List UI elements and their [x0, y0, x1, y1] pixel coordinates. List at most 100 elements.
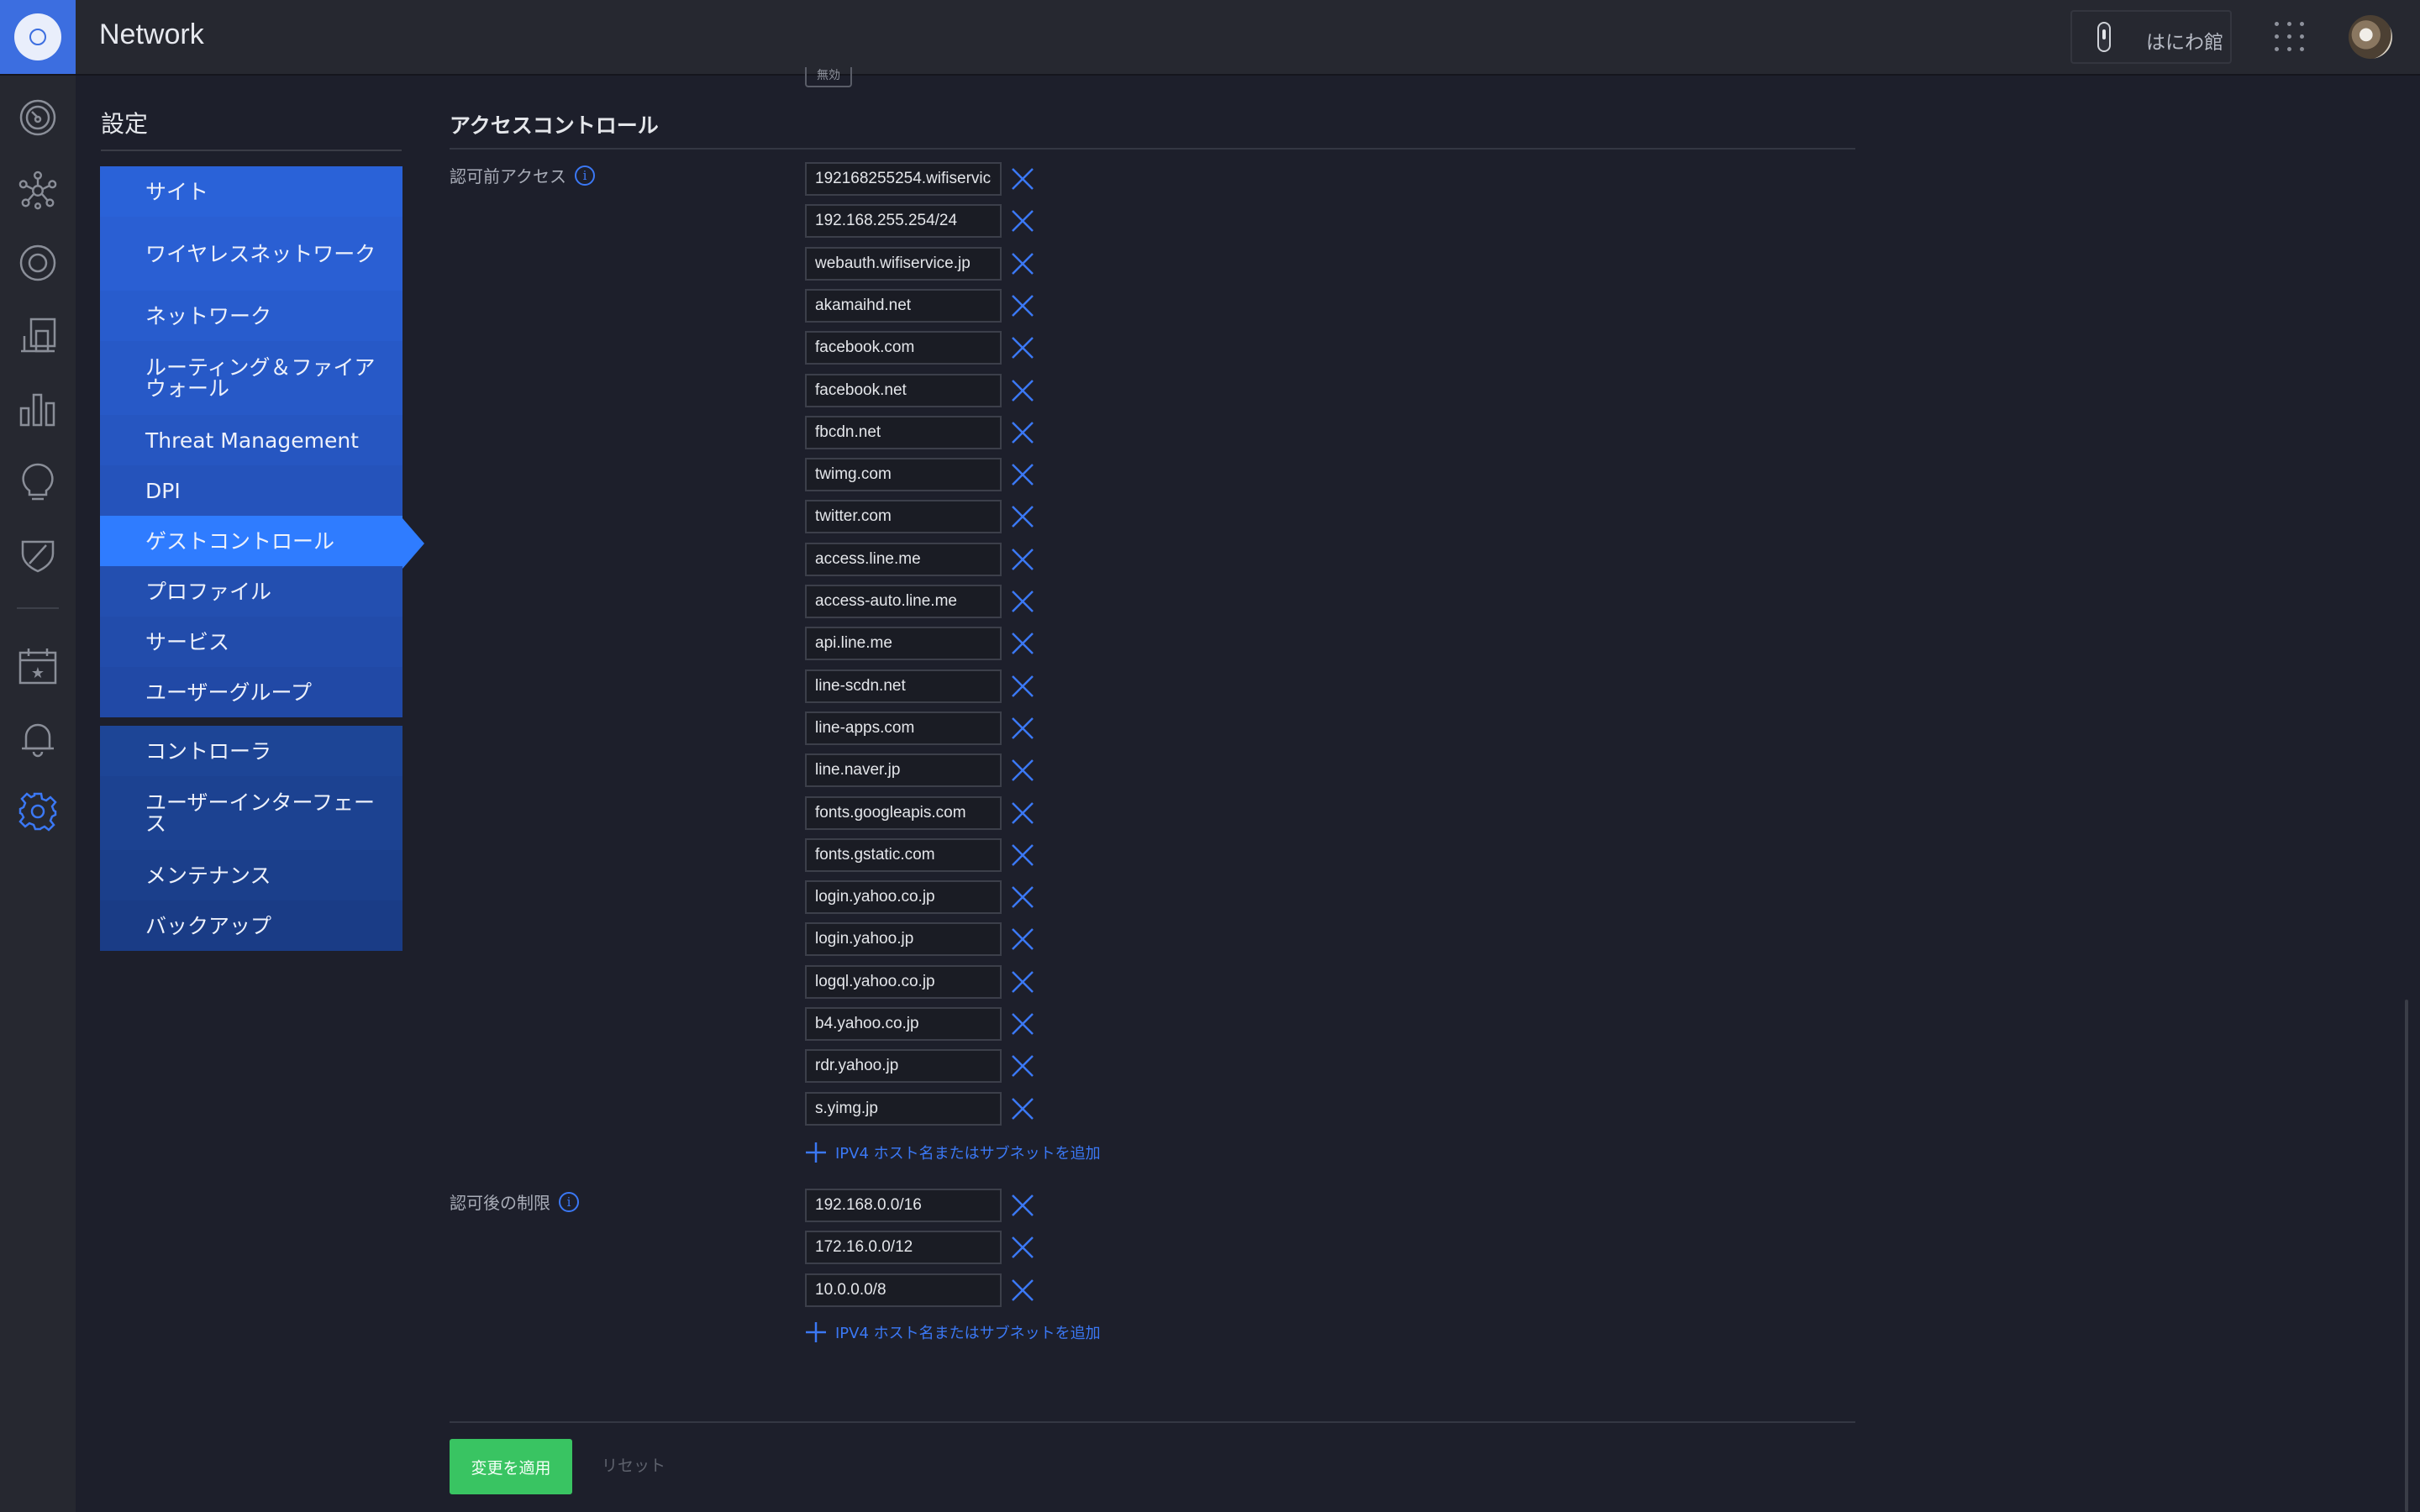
pre-auth-entry-input[interactable]: [805, 1007, 1002, 1041]
settings-menu-item[interactable]: Threat Management: [100, 415, 402, 465]
remove-entry-icon[interactable]: [1010, 547, 1035, 572]
remove-entry-icon[interactable]: [1010, 378, 1035, 403]
pre-auth-entry-input[interactable]: [805, 753, 1002, 788]
pre-auth-entry-input[interactable]: [805, 627, 1002, 661]
settings-menu-item[interactable]: サービス: [100, 617, 402, 667]
pre-auth-entry-input[interactable]: [805, 458, 1002, 492]
settings-menu-item[interactable]: ユーザーグループ: [100, 667, 402, 717]
pre-auth-entry-input[interactable]: [805, 204, 1002, 239]
remove-entry-icon[interactable]: [1010, 969, 1035, 995]
pre-auth-add-link[interactable]: IPV4 ホスト名またはサブネットを追加: [805, 1142, 1101, 1163]
settings-menu-site: サイトワイヤレスネットワークネットワーク ルーティング＆ファイアウォール Threa…: [100, 166, 402, 717]
pre-auth-entry-input[interactable]: [805, 542, 1002, 576]
remove-entry-icon[interactable]: [1010, 251, 1035, 276]
remove-entry-icon[interactable]: [1010, 1053, 1035, 1079]
security-icon[interactable]: [18, 533, 58, 574]
apps-grid-icon[interactable]: [2275, 22, 2305, 52]
settings-menu-system: コントローラ ユーザーインターフェース メンテナンスバックアップ: [100, 726, 402, 951]
settings-menu-item[interactable]: コントローラ: [100, 726, 402, 776]
post-auth-entry-input[interactable]: [805, 1231, 1002, 1265]
devices-icon[interactable]: [18, 243, 58, 283]
clients-icon[interactable]: [18, 316, 58, 356]
site-selector[interactable]: はにわ館: [2070, 10, 2232, 64]
post-auth-info-icon[interactable]: i: [559, 1191, 579, 1212]
logo-button[interactable]: [0, 0, 76, 74]
remove-entry-icon[interactable]: [1010, 1096, 1035, 1121]
settings-menu-item-label: ワイヤレスネットワーク: [145, 241, 376, 266]
settings-menu-item[interactable]: ユーザーインターフェース: [100, 776, 402, 850]
pre-auth-entry-input[interactable]: [805, 373, 1002, 407]
remove-entry-icon[interactable]: [1010, 843, 1035, 868]
settings-menu-item[interactable]: メンテナンス: [100, 850, 402, 900]
settings-menu-item[interactable]: DPI: [100, 465, 402, 516]
remove-entry-icon[interactable]: [1010, 716, 1035, 741]
remove-entry-icon[interactable]: [1010, 801, 1035, 826]
remove-entry-icon[interactable]: [1010, 1235, 1035, 1260]
remove-entry-icon[interactable]: [1010, 1193, 1035, 1218]
topology-icon[interactable]: [18, 171, 58, 211]
remove-entry-icon[interactable]: [1010, 420, 1035, 445]
statistics-icon[interactable]: [18, 388, 58, 428]
pre-auth-entry-input[interactable]: [805, 922, 1002, 957]
plus-icon: [806, 1142, 826, 1163]
pre-auth-entry-input[interactable]: [805, 1091, 1002, 1126]
pre-auth-entry-input[interactable]: [805, 288, 1002, 323]
pre-auth-entry-input[interactable]: [805, 964, 1002, 999]
pre-auth-entry-input[interactable]: [805, 246, 1002, 281]
remove-entry-icon[interactable]: [1010, 1278, 1035, 1303]
settings-menu-item[interactable]: ネットワーク: [100, 291, 402, 341]
pre-auth-entry-input[interactable]: [805, 1049, 1002, 1084]
remove-entry-icon[interactable]: [1010, 335, 1035, 360]
settings-menu-item[interactable]: バックアップ: [100, 900, 402, 951]
pre-auth-entry-input[interactable]: [805, 837, 1002, 872]
remove-entry-icon[interactable]: [1010, 166, 1035, 192]
post-auth-entry-input[interactable]: [805, 1189, 1002, 1222]
remove-entry-icon[interactable]: [1010, 589, 1035, 614]
remove-entry-icon[interactable]: [1010, 208, 1035, 234]
scrollbar[interactable]: [2405, 1000, 2408, 1512]
settings-menu-item[interactable]: ルーティング＆ファイアウォール: [100, 341, 402, 415]
apply-changes-button[interactable]: 変更を適用: [450, 1439, 572, 1494]
settings-underline: [101, 150, 402, 151]
settings-menu-item[interactable]: プロファイル: [100, 566, 402, 617]
pre-auth-entry-input[interactable]: [805, 669, 1002, 703]
remove-entry-icon[interactable]: [1010, 504, 1035, 529]
nav-separator: [17, 607, 59, 609]
pre-auth-info-icon[interactable]: i: [575, 165, 595, 186]
remove-entry-icon[interactable]: [1010, 1011, 1035, 1037]
pre-auth-entry-input[interactable]: [805, 795, 1002, 830]
settings-menu-item[interactable]: ワイヤレスネットワーク: [100, 217, 402, 291]
remove-entry-icon[interactable]: [1010, 927, 1035, 952]
pre-auth-entry-input[interactable]: [805, 711, 1002, 745]
settings-menu-item[interactable]: サイト: [100, 166, 402, 217]
settings-menu-item-label: バックアップ: [145, 913, 272, 938]
pre-auth-entry-input[interactable]: [805, 585, 1002, 618]
user-avatar[interactable]: [2349, 15, 2392, 59]
remove-entry-icon[interactable]: [1010, 631, 1035, 656]
alerts-icon[interactable]: [18, 718, 58, 759]
pre-auth-entry-input[interactable]: [805, 331, 1002, 365]
settings-menu-item-label: ユーザーグループ: [145, 680, 313, 705]
dashboard-icon[interactable]: [18, 97, 58, 138]
remove-entry-icon[interactable]: [1010, 885, 1035, 910]
settings-icon[interactable]: [18, 791, 58, 832]
top-bar: Network はにわ館: [0, 0, 2420, 76]
reset-button[interactable]: リセット: [602, 1453, 666, 1476]
pre-auth-entry-input[interactable]: [805, 162, 1002, 196]
footer-divider: [450, 1421, 1855, 1423]
pre-auth-entry-input[interactable]: [805, 415, 1002, 449]
pre-auth-entry-input[interactable]: [805, 880, 1002, 915]
remove-entry-icon[interactable]: [1010, 674, 1035, 699]
settings-menu-item-label: サービス: [145, 629, 230, 654]
events-icon[interactable]: ★: [18, 646, 58, 686]
post-auth-label: 認可後の制限: [450, 1193, 550, 1213]
remove-entry-icon[interactable]: [1010, 758, 1035, 783]
post-auth-entry-input[interactable]: [805, 1273, 1002, 1307]
settings-menu-item-label: プロファイル: [145, 579, 272, 604]
settings-menu-item[interactable]: ゲストコントロール: [100, 516, 402, 566]
pre-auth-entry-input[interactable]: [805, 500, 1002, 534]
insights-icon[interactable]: [18, 461, 58, 501]
remove-entry-icon[interactable]: [1010, 293, 1035, 318]
remove-entry-icon[interactable]: [1010, 462, 1035, 487]
post-auth-add-link[interactable]: IPV4 ホスト名またはサブネットを追加: [805, 1321, 1101, 1343]
